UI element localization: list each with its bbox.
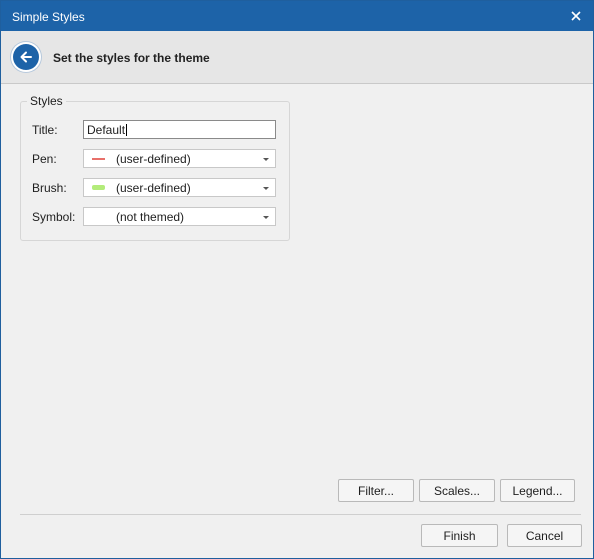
- close-button[interactable]: [565, 6, 587, 26]
- step-title: Set the styles for the theme: [53, 51, 210, 65]
- title-input-value: Default: [87, 123, 128, 137]
- wizard-header: Set the styles for the theme: [1, 31, 593, 84]
- brush-combobox[interactable]: (user-defined): [83, 178, 276, 197]
- pen-combobox-value: (user-defined): [116, 152, 191, 166]
- title-input[interactable]: Default: [83, 120, 276, 139]
- brush-color-swatch: [92, 185, 105, 190]
- back-arrow-icon: [20, 51, 32, 63]
- filter-button[interactable]: Filter...: [338, 479, 414, 502]
- title-bar: Simple Styles: [1, 1, 593, 31]
- styles-groupbox: Styles Title: Default Pen: (user-defined…: [20, 94, 290, 241]
- title-label: Title:: [32, 123, 58, 137]
- symbol-combobox[interactable]: (not themed): [83, 207, 276, 226]
- styles-group-legend: Styles: [27, 94, 66, 108]
- legend-button[interactable]: Legend...: [500, 479, 575, 502]
- close-icon: [571, 11, 581, 21]
- pen-color-swatch: [92, 158, 105, 160]
- brush-label: Brush:: [32, 181, 67, 195]
- back-button[interactable]: [13, 44, 39, 70]
- brush-combobox-value: (user-defined): [116, 181, 191, 195]
- chevron-down-icon: [263, 216, 269, 219]
- finish-button[interactable]: Finish: [421, 524, 498, 547]
- pen-combobox[interactable]: (user-defined): [83, 149, 276, 168]
- symbol-label: Symbol:: [32, 210, 76, 224]
- window-title: Simple Styles: [12, 10, 85, 24]
- simple-styles-dialog: Simple Styles Set the styles for the the…: [0, 0, 594, 559]
- chevron-down-icon: [263, 187, 269, 190]
- symbol-combobox-value: (not themed): [116, 210, 185, 224]
- scales-button[interactable]: Scales...: [419, 479, 495, 502]
- cancel-button[interactable]: Cancel: [507, 524, 582, 547]
- footer-separator: [20, 514, 581, 515]
- pen-label: Pen:: [32, 152, 57, 166]
- chevron-down-icon: [263, 158, 269, 161]
